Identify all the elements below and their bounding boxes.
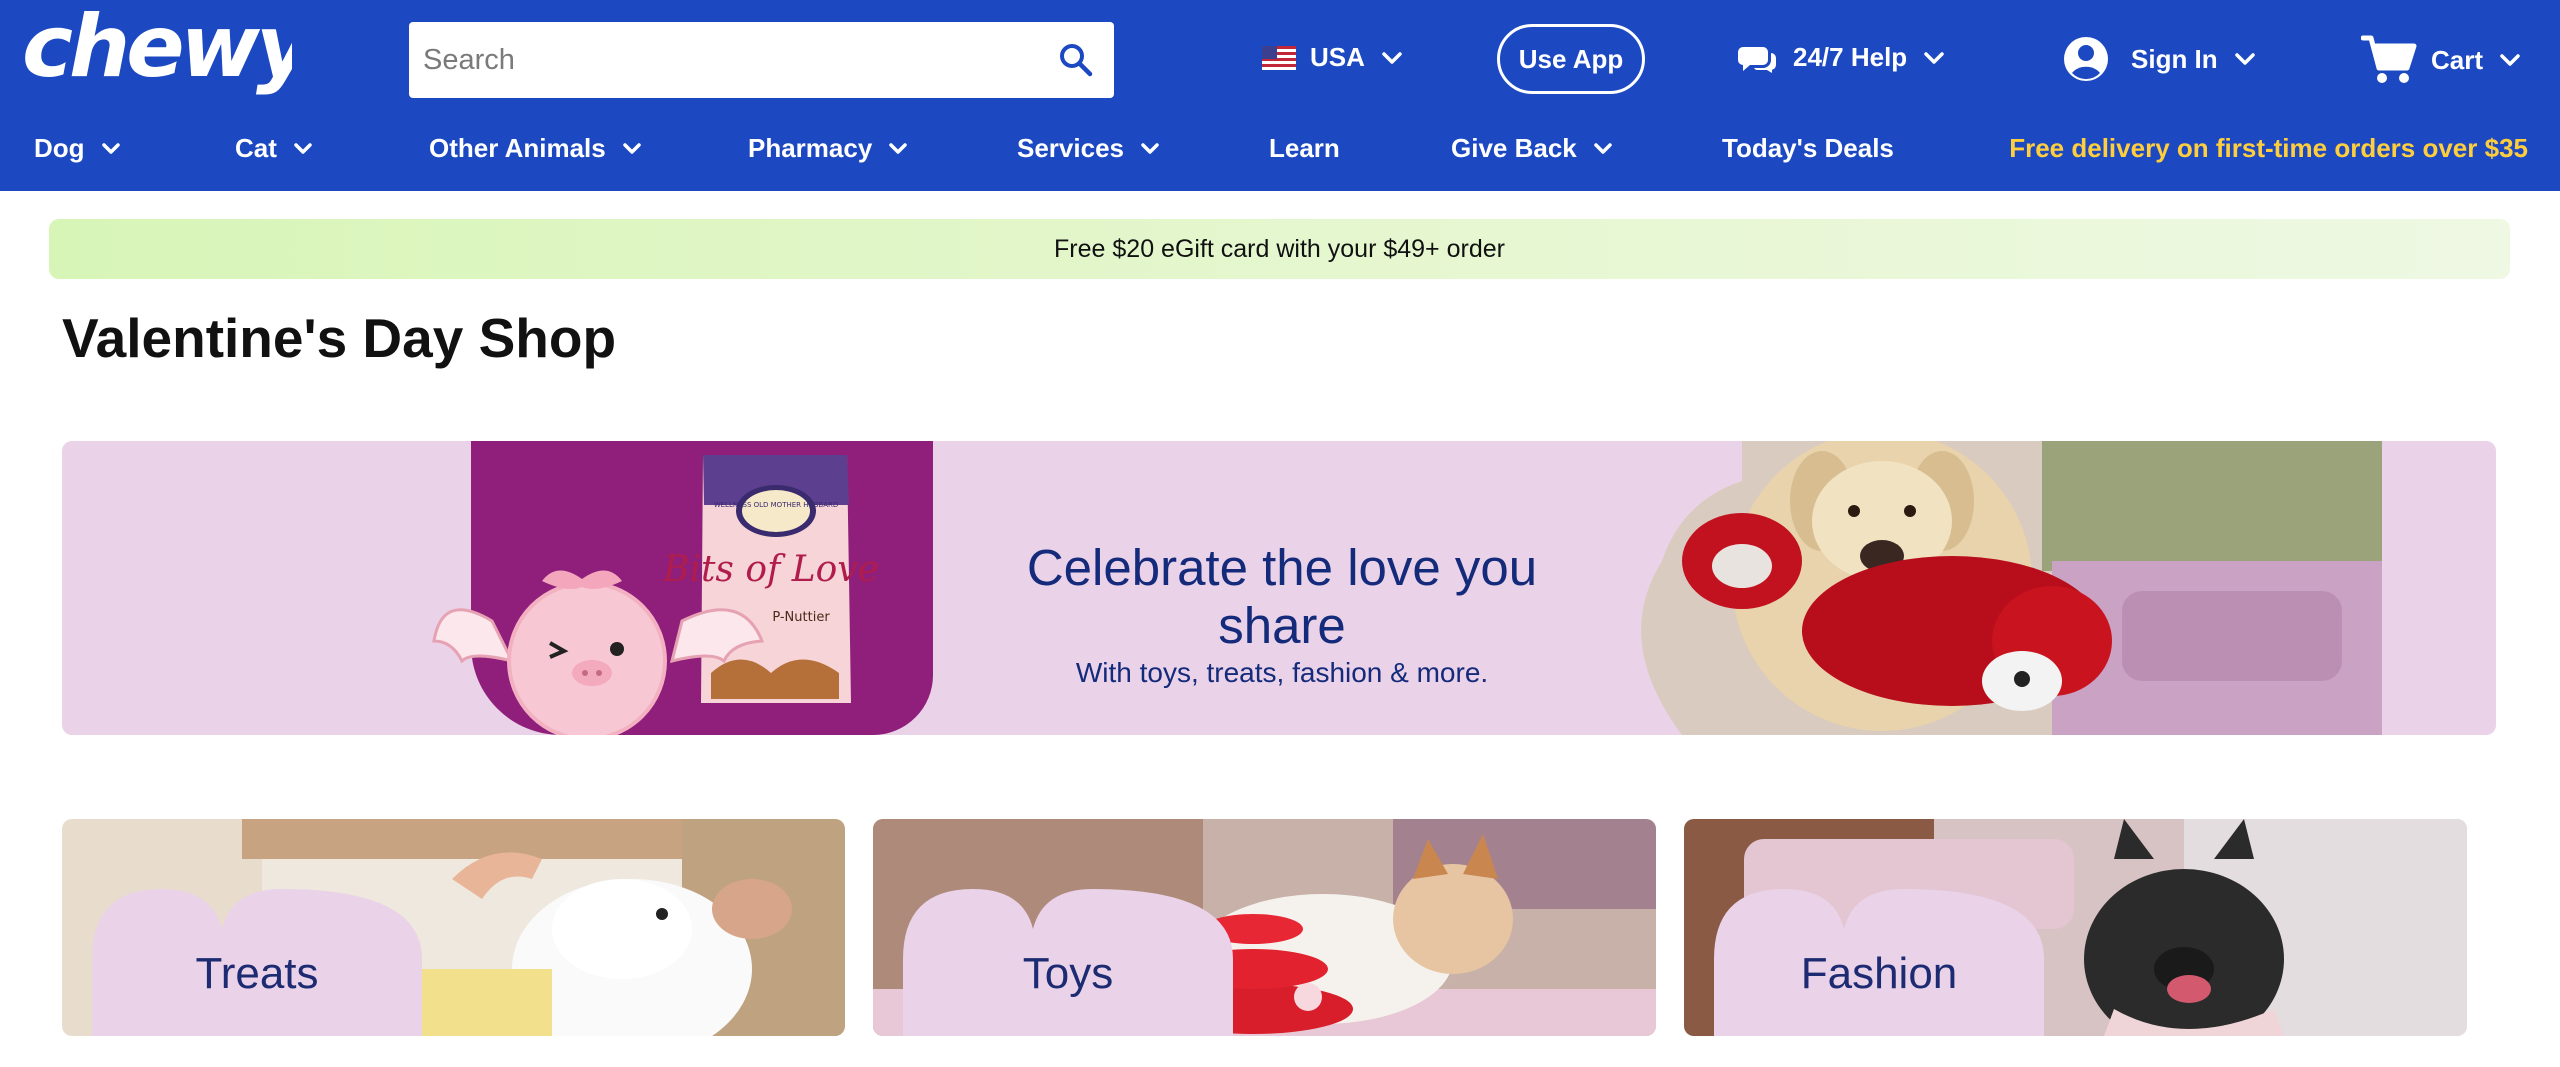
chevron-down-icon bbox=[1382, 51, 1402, 64]
chevron-down-icon bbox=[1594, 143, 1612, 154]
heart-label-shape bbox=[1714, 889, 2044, 1036]
chewy-logo[interactable]: chewy bbox=[20, 0, 320, 100]
chevron-down-icon bbox=[1141, 143, 1159, 154]
svg-text:WELLNESS OLD MOTHER HUBBARD: WELLNESS OLD MOTHER HUBBARD bbox=[714, 501, 839, 509]
svg-text:chewy: chewy bbox=[22, 10, 292, 97]
sign-in-label: Sign In bbox=[2131, 43, 2218, 74]
chat-bubbles-icon bbox=[1738, 46, 1776, 73]
country-selector[interactable]: USA bbox=[1262, 42, 1403, 73]
nav-item-label: Give Back bbox=[1451, 133, 1577, 163]
egift-promo-banner[interactable]: Free $20 eGift card with your $49+ order bbox=[49, 219, 2510, 279]
category-card-fashion[interactable]: Fashion bbox=[1684, 819, 2467, 1036]
nav-item-label: Today's Deals bbox=[1722, 133, 1894, 163]
hero-dog-photo bbox=[1622, 441, 2382, 735]
help-menu[interactable]: 24/7 Help bbox=[1737, 42, 1945, 73]
nav-item-label: Pharmacy bbox=[748, 133, 873, 163]
nav-item-label: Other Animals bbox=[429, 133, 606, 163]
category-nav: Dog Cat Other Animals Pharmacy Services … bbox=[0, 125, 2560, 181]
search-icon[interactable] bbox=[1058, 42, 1094, 78]
nav-item-label: Cat bbox=[235, 133, 277, 163]
category-card-toys[interactable]: Toys bbox=[873, 819, 1656, 1036]
page-title: Valentine's Day Shop bbox=[62, 307, 617, 369]
cart-icon bbox=[2361, 35, 2417, 83]
nav-item-other-animals[interactable]: Other Animals bbox=[429, 133, 642, 164]
category-card-treats[interactable]: Treats bbox=[62, 819, 845, 1036]
egift-promo-text: Free $20 eGift card with your $49+ order bbox=[1054, 234, 1505, 263]
nav-item-services[interactable]: Services bbox=[1017, 133, 1160, 164]
free-delivery-promo-link[interactable]: Free delivery on first-time orders over … bbox=[2009, 133, 2528, 164]
category-label: Fashion bbox=[1800, 949, 1958, 998]
search-box bbox=[409, 22, 1114, 98]
hero-subline: With toys, treats, fashion & more. bbox=[1075, 657, 1489, 688]
us-flag-icon bbox=[1262, 45, 1296, 70]
nav-item-label: Dog bbox=[34, 133, 85, 163]
winged-pig-toy-image bbox=[432, 570, 765, 735]
heart-label-shape bbox=[903, 889, 1233, 1036]
user-account-icon bbox=[2064, 37, 2108, 81]
hero-headline: Celebrate the love you share bbox=[1026, 539, 1538, 654]
nav-item-label: Services bbox=[1017, 133, 1124, 163]
nav-item-learn[interactable]: Learn bbox=[1269, 133, 1340, 164]
category-label: Treats bbox=[195, 949, 319, 998]
chevron-down-icon bbox=[2234, 53, 2255, 65]
site-header: chewy USA Use App 24/7 Help bbox=[0, 0, 2560, 191]
country-label: USA bbox=[1310, 42, 1365, 72]
chewy-logo-mark: chewy bbox=[22, 0, 320, 97]
chevron-down-icon bbox=[1924, 51, 1944, 64]
nav-item-todays-deals[interactable]: Today's Deals bbox=[1722, 133, 1894, 164]
use-app-button[interactable]: Use App bbox=[1497, 24, 1645, 94]
help-label: 24/7 Help bbox=[1793, 42, 1908, 72]
dog-with-red-toy-image bbox=[1641, 441, 2382, 735]
nav-item-pharmacy[interactable]: Pharmacy bbox=[748, 133, 908, 164]
search-input[interactable] bbox=[423, 25, 1043, 95]
chevron-down-icon bbox=[2500, 54, 2520, 66]
category-label: Toys bbox=[1022, 949, 1114, 998]
hero-banner[interactable]: WELLNESS OLD MOTHER HUBBARD Bits of Love… bbox=[62, 441, 2496, 735]
cart-button[interactable]: Cart bbox=[2361, 34, 2521, 86]
chevron-down-icon bbox=[294, 143, 312, 154]
chevron-down-icon bbox=[101, 143, 120, 154]
cart-label: Cart bbox=[2431, 44, 2484, 75]
chevron-down-icon bbox=[889, 143, 908, 154]
sign-in-menu[interactable]: Sign In bbox=[2063, 36, 2256, 82]
chevron-down-icon bbox=[623, 143, 641, 154]
heart-label-shape bbox=[92, 889, 422, 1036]
nav-item-label: Learn bbox=[1269, 133, 1340, 163]
nav-item-cat[interactable]: Cat bbox=[235, 133, 313, 164]
hero-copy: Celebrate the love you share With toys, … bbox=[962, 539, 1602, 689]
nav-item-give-back[interactable]: Give Back bbox=[1451, 133, 1613, 164]
nav-item-dog[interactable]: Dog bbox=[34, 133, 121, 164]
